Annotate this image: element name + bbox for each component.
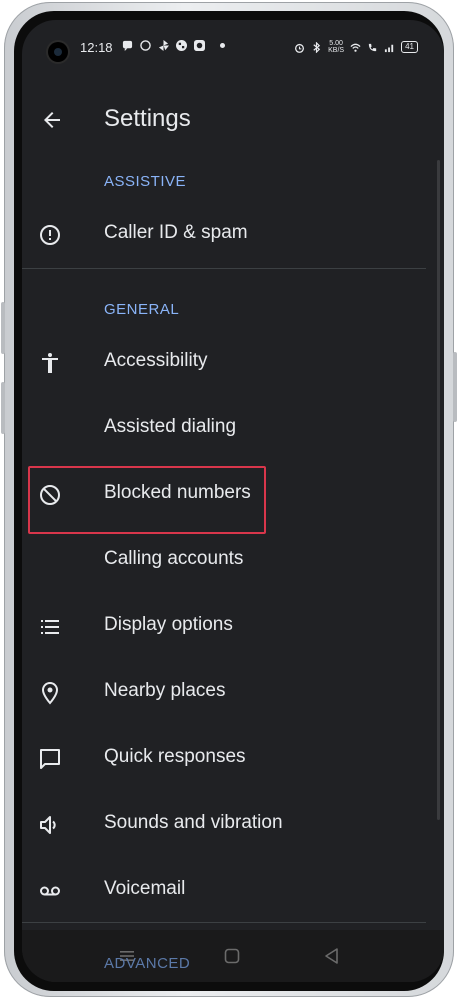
wifi-icon (350, 43, 361, 52)
location-pin-icon (41, 681, 59, 705)
status-time: 12:18 (80, 40, 113, 55)
accessibility-icon (42, 353, 58, 373)
settings-item-label: Sounds and vibration (104, 812, 283, 833)
status-bar: 12:18 5.00 KB/S 41 (22, 20, 444, 78)
scrollbar[interactable] (437, 160, 440, 820)
settings-item-label: Accessibility (104, 350, 208, 371)
highlight-box (28, 466, 266, 534)
more-notifications-dot (220, 43, 225, 48)
network-speed-unit: KB/S (328, 47, 345, 54)
app-bar: Settings (22, 90, 444, 150)
home-icon[interactable] (222, 946, 242, 966)
page-title: Settings (104, 105, 191, 132)
whatsapp-icon (140, 40, 151, 51)
section-header-advanced: ADVANCED (104, 955, 191, 972)
divider (22, 268, 426, 269)
chat-icon (122, 40, 133, 51)
battery-indicator: 41 (401, 41, 418, 53)
message-icon (40, 749, 60, 769)
list-icon (41, 620, 59, 634)
settings-item-calling-accounts[interactable]: Calling accounts (22, 530, 426, 592)
settings-item-nearby-places[interactable]: Nearby places (22, 662, 426, 724)
volume-button-lower (1, 382, 5, 434)
network-speed: 5.00 KB/S (328, 40, 344, 54)
system-icons: 5.00 KB/S 41 (294, 40, 418, 54)
settings-item-label: Calling accounts (104, 548, 244, 569)
settings-item-assisted-dialing[interactable]: Assisted dialing (22, 398, 426, 460)
volume-button (1, 302, 5, 354)
section-header-general: GENERAL (104, 301, 180, 318)
back-nav-icon[interactable] (322, 946, 342, 966)
settings-item-display-options[interactable]: Display options (22, 596, 426, 658)
notification-icons (122, 40, 225, 51)
grid-app-icon (176, 40, 187, 51)
alert-circle-icon (40, 225, 60, 245)
settings-item-label: Caller ID & spam (104, 222, 248, 243)
screen: 12:18 5.00 KB/S 41 Settings ASSISTIVE Ca… (22, 20, 444, 982)
settings-item-accessibility[interactable]: Accessibility (22, 332, 426, 394)
settings-item-label: Nearby places (104, 680, 226, 701)
settings-item-voicemail[interactable]: Voicemail (22, 860, 426, 922)
settings-item-quick-responses[interactable]: Quick responses (22, 728, 426, 790)
settings-item-sounds-vibration[interactable]: Sounds and vibration (22, 794, 426, 856)
bluetooth-icon (313, 41, 321, 53)
arrow-back-icon[interactable] (40, 108, 64, 132)
power-button (453, 352, 457, 422)
section-header-assistive: ASSISTIVE (104, 173, 187, 190)
call-wifi-icon (368, 43, 377, 51)
front-camera (48, 42, 68, 62)
pinwheel-icon (158, 40, 169, 51)
voicemail-icon (40, 886, 60, 896)
volume-icon (40, 816, 56, 834)
signal-icon (385, 44, 394, 52)
settings-item-label: Assisted dialing (104, 416, 237, 437)
network-speed-value: 5.00 (329, 40, 343, 47)
alarm-icon (295, 43, 305, 53)
settings-item-caller-id-spam[interactable]: Caller ID & spam (22, 204, 426, 266)
settings-item-label: Display options (104, 614, 233, 635)
settings-item-label: Quick responses (104, 746, 246, 767)
settings-item-label: Voicemail (104, 878, 186, 899)
divider (22, 922, 426, 923)
navigation-bar (22, 930, 444, 982)
app-badge-icon (194, 40, 205, 51)
